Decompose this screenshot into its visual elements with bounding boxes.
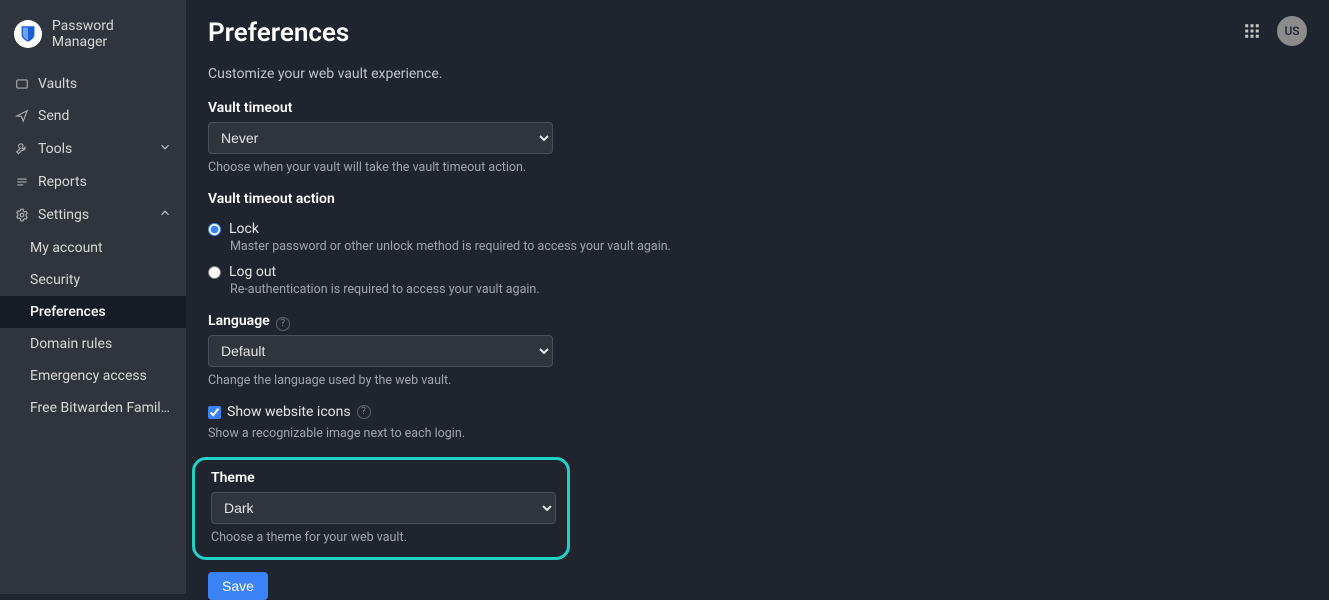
- page-title: Preferences: [208, 18, 1307, 48]
- vault-timeout-label: Vault timeout: [208, 100, 292, 116]
- chevron-down-icon: [158, 140, 172, 158]
- vault-timeout-select[interactable]: Never: [208, 122, 553, 154]
- brand-logo-icon: [14, 20, 42, 48]
- subnav-label: Preferences: [30, 304, 106, 320]
- info-icon[interactable]: ?: [357, 405, 371, 419]
- brand: Password Manager: [0, 10, 186, 68]
- show-icons-section: Show website icons ? Show a recognizable…: [208, 404, 768, 441]
- sidebar-item-send[interactable]: Send: [0, 100, 186, 132]
- vault-icon: [14, 77, 30, 91]
- subnav-security[interactable]: Security: [0, 264, 186, 296]
- subnav-emergency-access[interactable]: Emergency access: [0, 360, 186, 392]
- settings-submenu: My account Security Preferences Domain r…: [0, 232, 186, 424]
- language-section: Language ? Default Change the language u…: [208, 313, 768, 388]
- sidebar-item-settings[interactable]: Settings: [0, 198, 186, 232]
- sidebar-item-label: Settings: [38, 207, 89, 223]
- subnav-label: Domain rules: [30, 336, 112, 352]
- theme-label: Theme: [211, 470, 255, 486]
- sidebar-item-label: Reports: [38, 174, 87, 190]
- sidebar-item-label: Send: [38, 108, 69, 124]
- subnav-preferences[interactable]: Preferences: [0, 296, 186, 328]
- vault-timeout-action-label: Vault timeout action: [208, 191, 335, 207]
- show-icons-help: Show a recognizable image next to each l…: [208, 426, 768, 441]
- show-icons-label: Show website icons: [227, 404, 351, 420]
- radio-logout-help: Re-authentication is required to access …: [230, 282, 768, 297]
- brand-name: Password Manager: [52, 18, 172, 50]
- avatar[interactable]: US: [1277, 16, 1307, 46]
- sidebar: Password Manager Vaults Send Tools: [0, 0, 186, 594]
- language-help: Change the language used by the web vaul…: [208, 373, 768, 388]
- subnav-my-account[interactable]: My account: [0, 232, 186, 264]
- chevron-up-icon: [158, 206, 172, 224]
- sidebar-item-tools[interactable]: Tools: [0, 132, 186, 166]
- app-grid-icon[interactable]: [1243, 22, 1261, 40]
- radio-lock[interactable]: [208, 223, 221, 236]
- show-icons-checkbox[interactable]: [208, 406, 221, 419]
- theme-highlight: Theme Dark Choose a theme for your web v…: [192, 457, 570, 560]
- tools-icon: [14, 142, 30, 156]
- sidebar-item-vaults[interactable]: Vaults: [0, 68, 186, 100]
- theme-select[interactable]: Dark: [211, 492, 556, 524]
- main-content: US Preferences Customize your web vault …: [186, 0, 1329, 594]
- subnav-free-families[interactable]: Free Bitwarden Famil…: [0, 392, 186, 424]
- subnav-label: Free Bitwarden Famil…: [30, 400, 170, 416]
- language-label: Language: [208, 313, 270, 329]
- subnav-label: My account: [30, 240, 103, 256]
- theme-help: Choose a theme for your web vault.: [211, 530, 551, 545]
- page-subtitle: Customize your web vault experience.: [208, 66, 1307, 82]
- subnav-label: Security: [30, 272, 80, 288]
- sidebar-item-reports[interactable]: Reports: [0, 166, 186, 198]
- radio-logout[interactable]: [208, 266, 221, 279]
- sidebar-item-label: Tools: [38, 141, 72, 157]
- info-icon[interactable]: ?: [276, 317, 290, 331]
- radio-logout-label: Log out: [229, 264, 276, 280]
- vault-timeout-section: Vault timeout Never Choose when your vau…: [208, 100, 768, 175]
- send-icon: [14, 109, 30, 123]
- language-select[interactable]: Default: [208, 335, 553, 367]
- vault-timeout-help: Choose when your vault will take the vau…: [208, 160, 768, 175]
- radio-lock-label: Lock: [229, 221, 259, 237]
- radio-lock-help: Master password or other unlock method i…: [230, 239, 768, 254]
- subnav-domain-rules[interactable]: Domain rules: [0, 328, 186, 360]
- vault-timeout-action-section: Vault timeout action Lock Master passwor…: [208, 191, 768, 297]
- gear-icon: [14, 208, 30, 222]
- reports-icon: [14, 175, 30, 189]
- subnav-label: Emergency access: [30, 368, 147, 384]
- sidebar-item-label: Vaults: [38, 76, 77, 92]
- save-button[interactable]: Save: [208, 572, 268, 600]
- header-actions: US: [1243, 16, 1307, 46]
